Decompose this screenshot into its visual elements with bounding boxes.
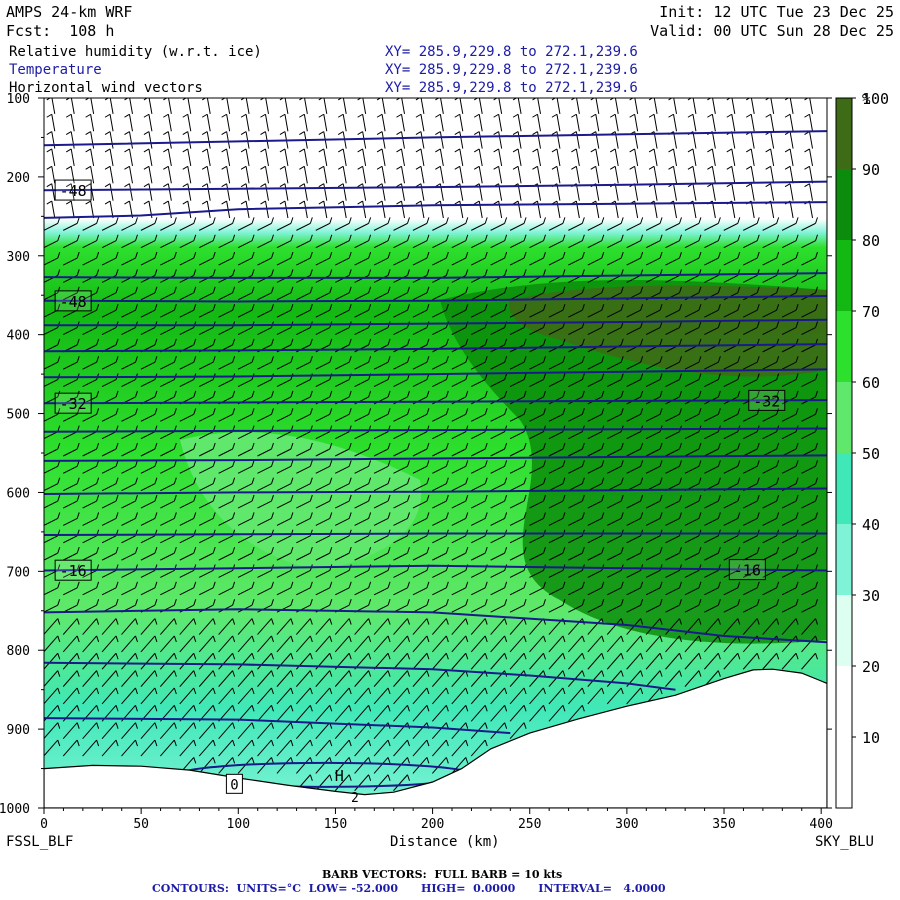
colorbar-tick-label: 60 [862,374,880,392]
colorbar-swatch [836,666,852,737]
colorbar-tick-label: 80 [862,232,880,250]
x-tick-label: 350 [712,817,735,832]
colorbar-tick-label: 50 [862,445,880,463]
colorbar-unit: % [862,92,871,108]
y-tick-label: 900 [7,723,30,738]
colorbar-swatch [836,737,852,808]
left-endpoint: FSSL_BLF [6,834,74,850]
x-axis-title: Distance (km) [390,834,500,850]
contour-label: -16 [60,562,87,580]
y-tick-label: 100 [7,92,30,107]
x-tick-label: 400 [809,817,832,832]
high-value: 2 [351,791,359,806]
x-tick-label: 0 [40,817,48,832]
colorbar-swatch [836,595,852,666]
y-tick-label: 300 [7,250,30,265]
y-tick-label: 700 [7,565,30,580]
colorbar-tick-label: 10 [862,729,880,747]
x-tick-label: 250 [518,817,541,832]
right-endpoint: SKY_BLU [814,834,874,850]
contour-label: -32 [60,395,87,413]
colorbar-tick-label: 70 [862,303,880,321]
x-tick-label: 100 [227,817,250,832]
contour-legend: CONTOURS: UNITS=°C LOW= -52.000 HIGH= 0.… [152,882,666,895]
rh-colorbar: 102030405060708090100% [835,90,889,809]
high-marker: H [335,767,344,785]
contour-label: -48 [60,293,87,311]
colorbar-swatch [836,98,852,169]
contour-label: -32 [753,392,780,410]
x-tick-label: 300 [615,817,638,832]
cross-section-chart: 1002003004005006007008009001000 0 50 100 15… [0,90,889,832]
colorbar-tick-label: 40 [862,516,880,534]
x-tick-label: 50 [133,817,149,832]
colorbar-swatch [836,169,852,240]
barb-legend: BARB VECTORS: FULL BARB = 10 kts [322,868,563,881]
colorbar-tick-label: 90 [862,161,880,179]
colorbar-swatch [836,524,852,595]
colorbar-swatch [836,311,852,382]
colorbar-tick-label: 30 [862,587,880,605]
x-tick-label: 150 [324,817,347,832]
y-tick-label: 1000 [0,802,30,817]
distance-axis: 0 50 100 150 200 250 300 350 400 [40,808,833,832]
y-tick-label: 400 [7,329,30,344]
colorbar-swatch [836,240,852,311]
y-tick-label: 600 [7,486,30,501]
y-tick-label: 500 [7,408,30,423]
colorbar-swatch [836,382,852,453]
contour-label: -48 [60,182,87,200]
y-tick-label: 800 [7,644,30,659]
y-tick-label: 200 [7,171,30,186]
contour-label: -16 [734,562,761,580]
contour-label: 0 [230,777,238,793]
x-tick-label: 200 [421,817,444,832]
colorbar-swatch [836,453,852,524]
colorbar-tick-label: 20 [862,658,880,676]
